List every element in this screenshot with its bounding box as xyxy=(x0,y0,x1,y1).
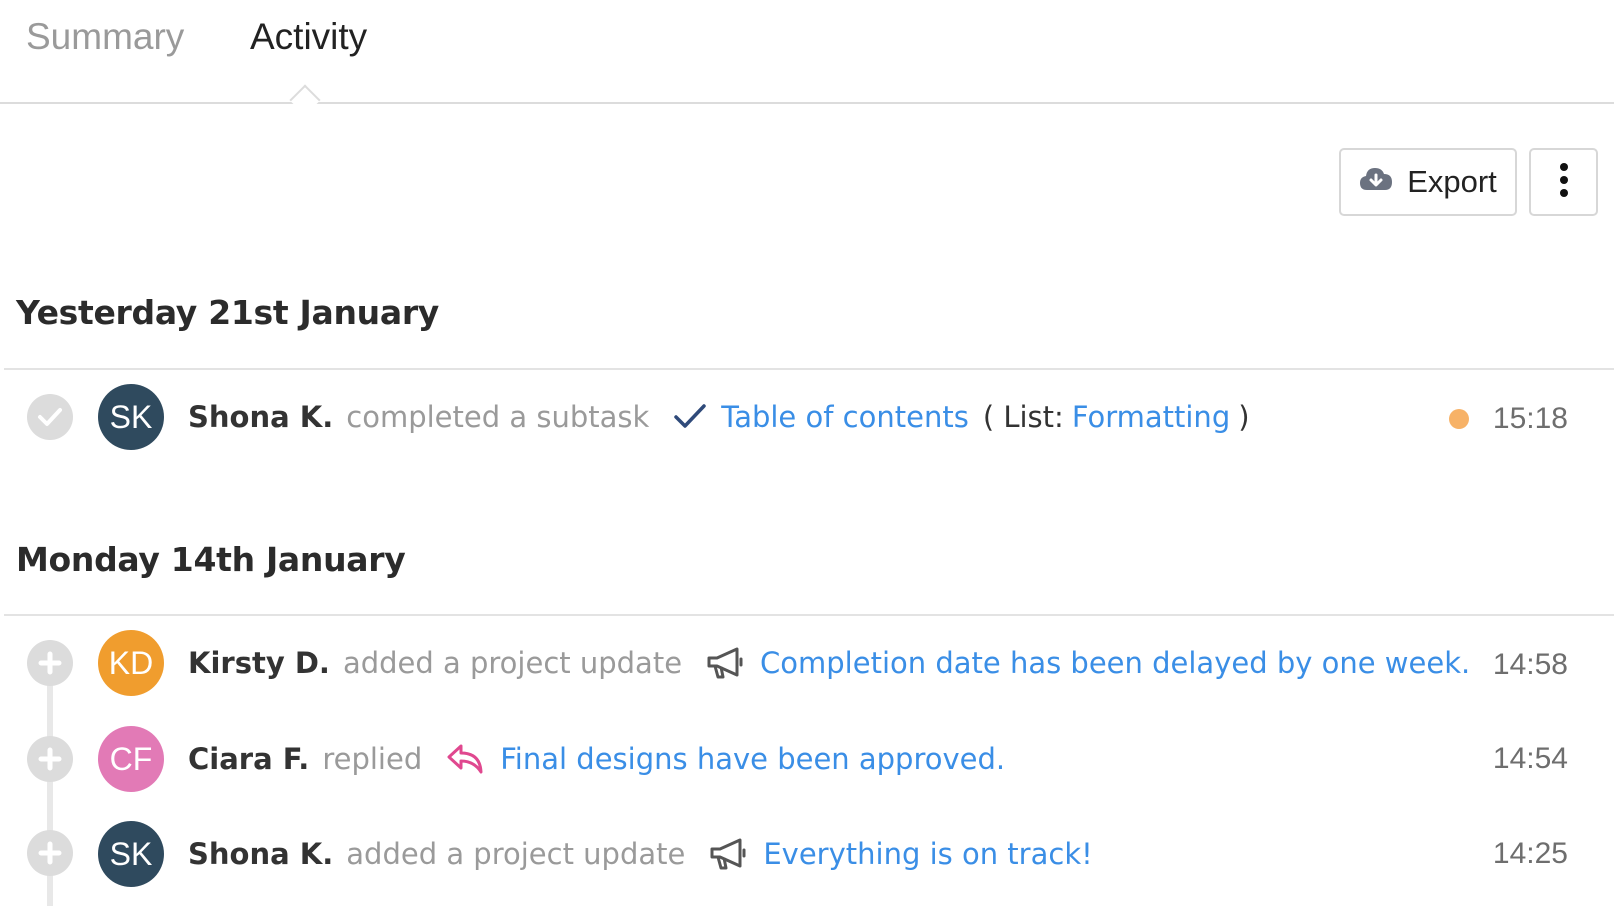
avatar[interactable]: SK xyxy=(98,821,164,887)
timestamp: 14:54 xyxy=(1492,742,1568,775)
action-text: added a project update xyxy=(346,837,686,871)
day-heading: Yesterday 21st January xyxy=(16,293,440,332)
vertical-ellipsis-icon xyxy=(1559,162,1569,202)
day-heading: Monday 14th January xyxy=(16,540,406,579)
completed-status-icon xyxy=(27,394,73,440)
megaphone-icon xyxy=(706,646,746,680)
avatar[interactable]: SK xyxy=(98,384,164,450)
more-options-button[interactable] xyxy=(1529,148,1598,216)
tab-bar: Summary Activity xyxy=(0,0,1614,116)
user-name[interactable]: Shona K. xyxy=(188,400,333,434)
export-button[interactable]: Export xyxy=(1339,148,1517,216)
divider xyxy=(4,368,1614,370)
list-context-open: ( List: xyxy=(982,400,1064,434)
action-text: added a project update xyxy=(342,646,683,680)
add-status-icon xyxy=(27,830,73,876)
divider xyxy=(4,614,1614,616)
export-label: Export xyxy=(1407,164,1497,199)
update-link[interactable]: Completion date has been delayed by one … xyxy=(760,646,1470,680)
list-context-close: ) xyxy=(1238,400,1250,434)
unread-indicator xyxy=(1449,409,1469,429)
user-name[interactable]: Kirsty D. xyxy=(188,646,330,680)
timestamp: 14:25 xyxy=(1492,837,1568,870)
tab-summary[interactable]: Summary xyxy=(26,16,184,58)
add-status-icon xyxy=(27,640,73,686)
avatar[interactable]: CF xyxy=(98,726,164,792)
update-link[interactable]: Everything is on track! xyxy=(763,837,1092,871)
list-link[interactable]: Formatting xyxy=(1072,400,1230,434)
checkmark-icon xyxy=(673,403,707,431)
megaphone-icon xyxy=(709,837,749,871)
timestamp: 14:58 xyxy=(1492,648,1568,681)
active-tab-indicator xyxy=(289,84,321,116)
avatar[interactable]: KD xyxy=(98,630,164,696)
action-text: replied xyxy=(322,742,423,776)
timestamp: 15:18 xyxy=(1492,402,1568,435)
cloud-download-icon xyxy=(1359,164,1393,200)
user-name[interactable]: Shona K. xyxy=(188,837,333,871)
action-text: completed a subtask xyxy=(346,400,650,434)
add-status-icon xyxy=(27,736,73,782)
tab-activity[interactable]: Activity xyxy=(250,16,367,58)
reply-link[interactable]: Final designs have been approved. xyxy=(500,742,1005,776)
user-name[interactable]: Ciara F. xyxy=(188,742,309,776)
reply-icon xyxy=(446,742,486,776)
subtask-link[interactable]: Table of contents xyxy=(721,400,969,434)
